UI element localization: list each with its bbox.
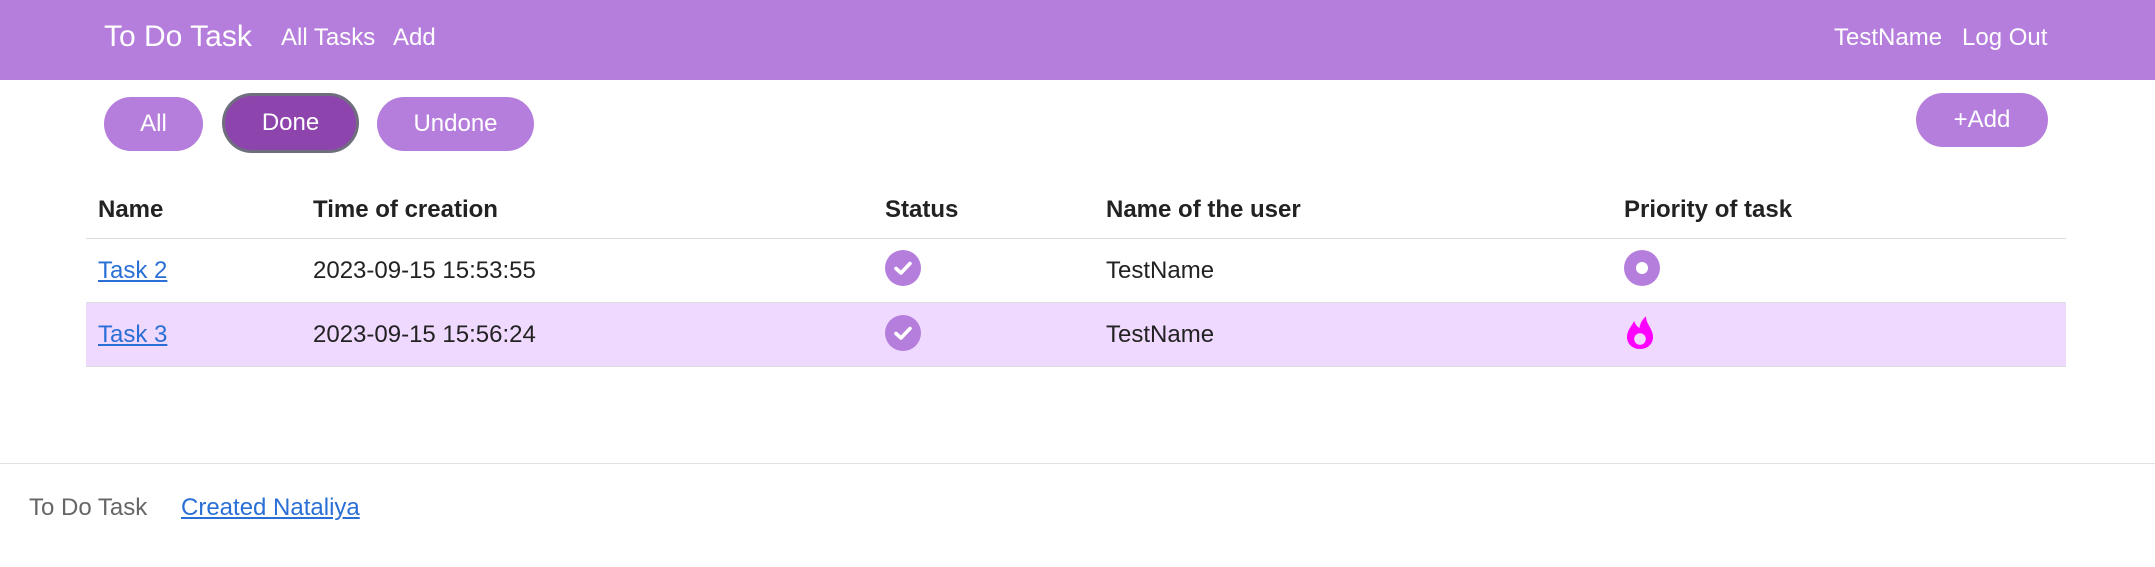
- nav-link-all-tasks[interactable]: All Tasks: [281, 24, 375, 52]
- normal-priority-icon: [1624, 250, 1660, 286]
- column-header-status: Status: [885, 196, 959, 223]
- task-created-time: 2023-09-15 15:56:24: [313, 321, 536, 348]
- brand-link[interactable]: To Do Task: [104, 20, 252, 54]
- add-task-button[interactable]: +Add: [1916, 93, 2048, 147]
- check-icon: [885, 250, 921, 286]
- column-header-user: Name of the user: [1106, 196, 1301, 223]
- task-name-link[interactable]: Task 2: [98, 257, 167, 285]
- check-icon: [885, 315, 921, 351]
- logout-link[interactable]: Log Out: [1962, 24, 2047, 52]
- fire-icon: [1622, 314, 1658, 350]
- column-header-priority: Priority of task: [1624, 196, 1793, 223]
- nav-user-name[interactable]: TestName: [1834, 24, 1942, 52]
- column-header-time: Time of creation: [313, 196, 498, 223]
- filter-all-button[interactable]: All: [104, 97, 203, 151]
- footer-brand: To Do Task: [29, 494, 148, 521]
- navbar: To Do Task All Tasks Add TestName Log Ou…: [0, 0, 2155, 80]
- task-created-time: 2023-09-15 15:53:55: [313, 257, 536, 284]
- footer-divider: [0, 463, 2155, 464]
- column-header-name: Name: [98, 196, 164, 223]
- filter-done-button[interactable]: Done: [222, 93, 359, 153]
- task-user-name: TestName: [1106, 257, 1215, 284]
- task-user-name: TestName: [1106, 321, 1215, 348]
- filter-undone-button[interactable]: Undone: [377, 97, 534, 151]
- table-header-divider: [86, 238, 2066, 239]
- nav-link-add[interactable]: Add: [393, 24, 436, 52]
- task-name-link[interactable]: Task 3: [98, 321, 167, 349]
- footer-author-link[interactable]: Created Nataliya: [181, 494, 360, 522]
- table-bottom-divider: [86, 366, 2066, 367]
